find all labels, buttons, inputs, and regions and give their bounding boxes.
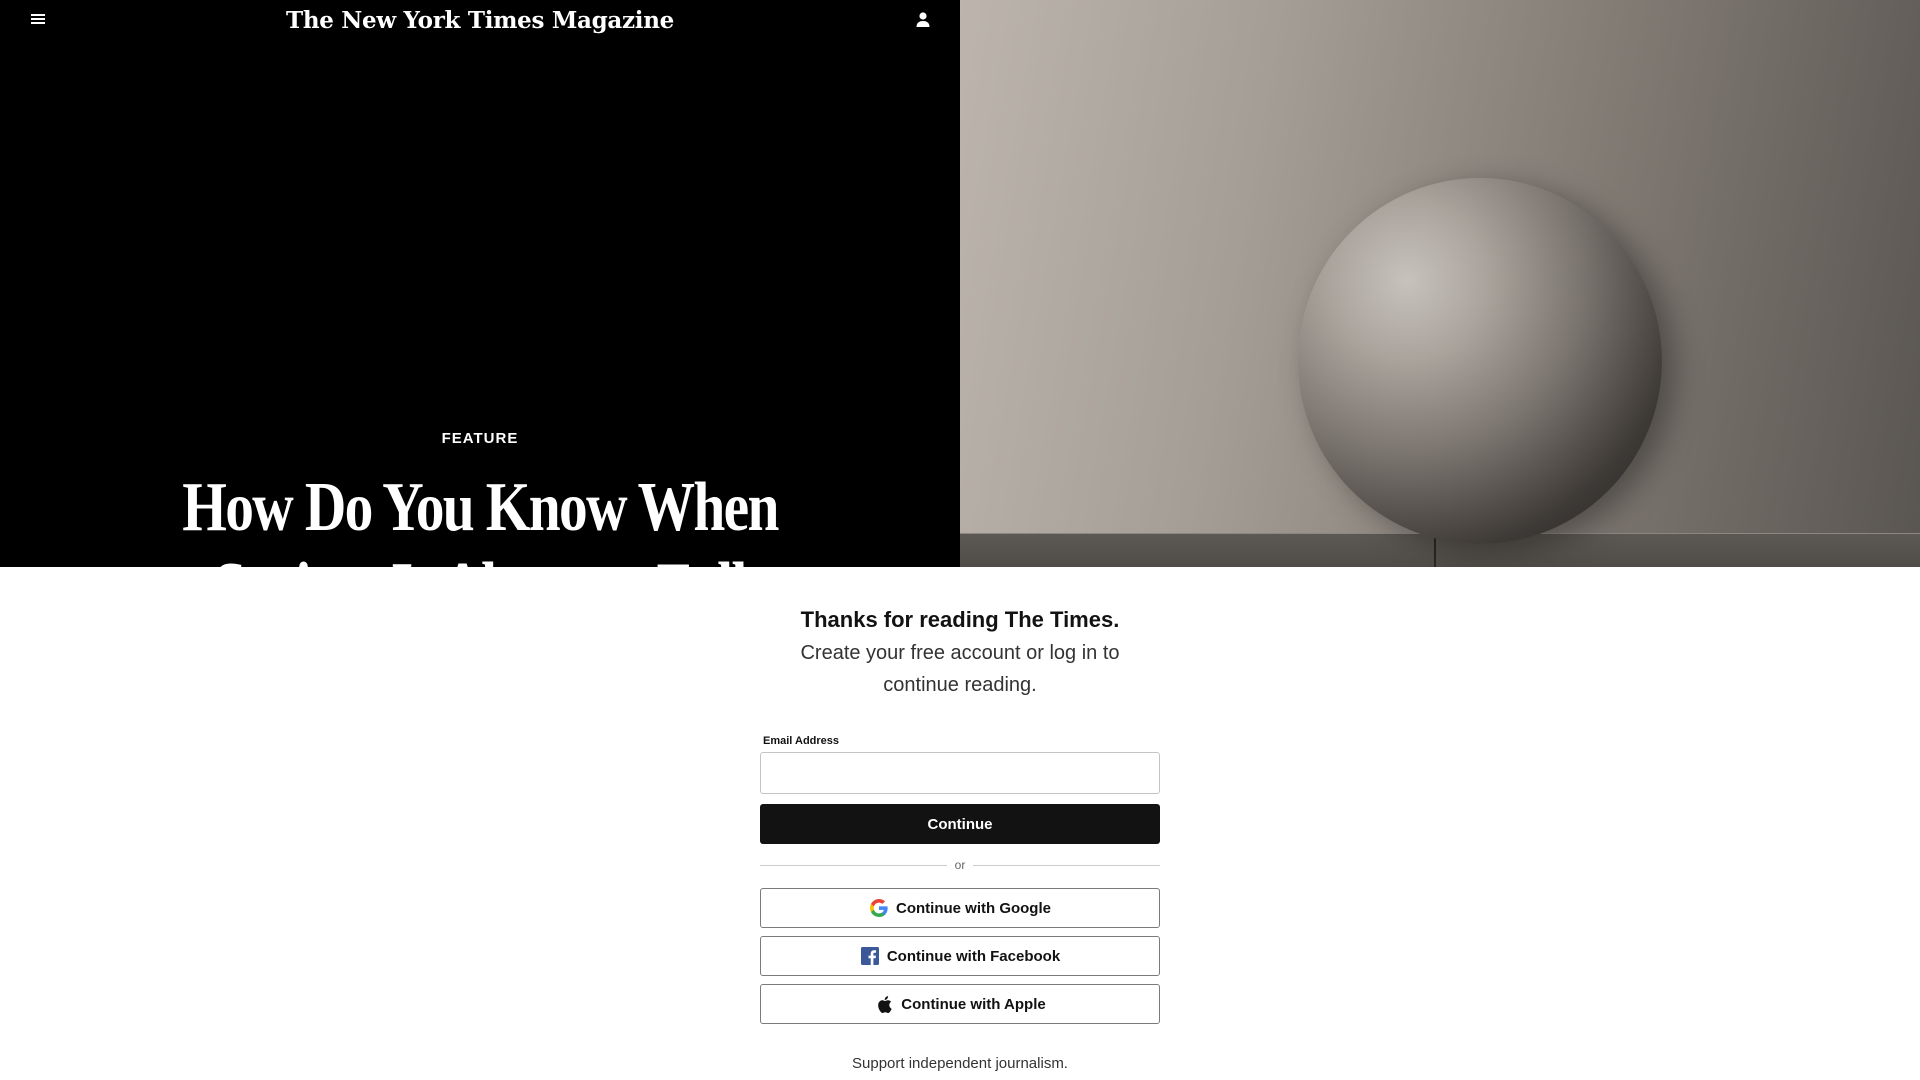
hamburger-menu-icon[interactable]: [28, 12, 48, 28]
support-journalism-text: Support independent journalism.: [852, 1055, 1068, 1072]
continue-button[interactable]: Continue: [760, 804, 1160, 844]
sphere-sculpture: [1298, 178, 1662, 544]
email-field[interactable]: [760, 752, 1160, 794]
continue-with-google-button[interactable]: Continue with Google: [760, 888, 1160, 928]
article-kicker: FEATURE: [441, 430, 519, 447]
google-button-label: Continue with Google: [896, 899, 1051, 917]
article-hero: The New York Times Magazine FEATURE How …: [0, 0, 1920, 567]
facebook-icon: [860, 946, 880, 966]
apple-button-label: Continue with Apple: [901, 995, 1046, 1013]
or-divider: or: [760, 857, 1160, 873]
facebook-button-label: Continue with Facebook: [886, 947, 1061, 965]
article-headline: How Do You Know When Society Is About to…: [182, 469, 779, 567]
hero-image: [960, 0, 1920, 567]
masthead-logo[interactable]: The New York Times Magazine: [280, 4, 680, 38]
google-icon: [869, 898, 889, 918]
registration-wall: Thanks for reading The Times. Create you…: [0, 567, 1920, 1080]
divider-line-right: [973, 865, 1160, 866]
user-account-icon[interactable]: [913, 10, 933, 30]
email-field-label: Email Address: [763, 735, 840, 747]
regwall-subtitle: Create your free account or log in to co…: [800, 642, 1120, 696]
hero-text-panel: The New York Times Magazine FEATURE How …: [0, 0, 960, 567]
apple-icon: [874, 994, 894, 1014]
regwall-title: Thanks for reading The Times.: [800, 607, 1120, 632]
continue-with-apple-button[interactable]: Continue with Apple: [760, 984, 1160, 1024]
continue-with-facebook-button[interactable]: Continue with Facebook: [760, 936, 1160, 976]
